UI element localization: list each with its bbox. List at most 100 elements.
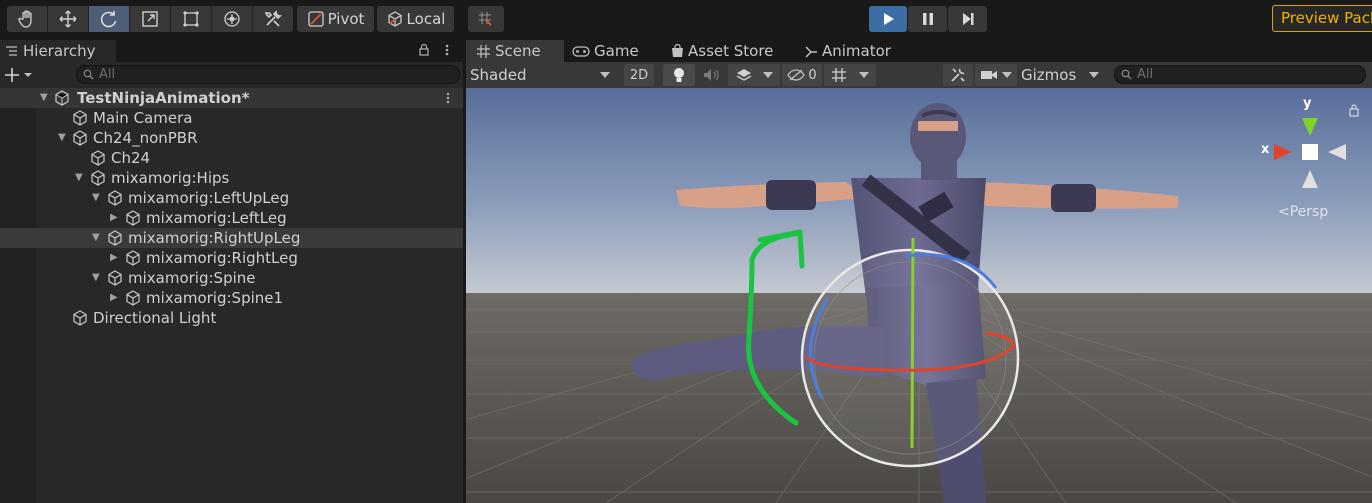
expand-arrow-icon[interactable]: ▼ — [92, 188, 100, 208]
hierarchy-tab-label: Hierarchy — [23, 42, 96, 60]
tree-item-label: Directional Light — [93, 309, 217, 327]
gizmos-dropdown[interactable]: Gizmos — [1021, 65, 1101, 85]
chevron-down-icon — [600, 72, 610, 78]
expand-arrow-icon[interactable]: ▼ — [92, 228, 100, 248]
hidden-objects-toggle[interactable]: 0 — [782, 64, 822, 86]
rect-tool-button[interactable] — [171, 6, 212, 32]
collapse-arrow-icon[interactable]: ▶ — [110, 248, 118, 268]
panel-menu-icon[interactable] — [441, 44, 453, 56]
lock-icon[interactable] — [418, 43, 430, 56]
hierarchy-search-placeholder: All — [99, 67, 116, 82]
scale-tool-button[interactable] — [130, 6, 171, 32]
tree-item-rightleg[interactable]: ▶ mixamorig:RightLeg — [0, 248, 463, 268]
expand-arrow-icon[interactable]: ▼ — [75, 168, 83, 188]
grid-snap-button[interactable] — [468, 6, 504, 32]
tree-item-ch24[interactable]: Ch24 — [0, 148, 463, 168]
tree-item-label: mixamorig:LeftUpLeg — [128, 189, 290, 207]
move-tool-button[interactable] — [48, 6, 89, 32]
create-button[interactable] — [4, 66, 36, 84]
tab-asset-store[interactable]: Asset Store — [666, 40, 796, 62]
hidden-count: 0 — [808, 67, 817, 83]
tree-item-label: Ch24_nonPBR — [93, 129, 198, 147]
tree-item-main-camera[interactable]: Main Camera — [0, 108, 463, 128]
layers-icon — [736, 69, 752, 81]
grid-dropdown[interactable] — [824, 64, 876, 86]
audio-toggle[interactable] — [696, 64, 726, 86]
local-button[interactable]: Local — [377, 6, 454, 32]
gameobject-icon — [73, 110, 87, 126]
play-button[interactable] — [869, 6, 907, 32]
projection-label[interactable]: <Persp — [1278, 204, 1328, 220]
lighting-toggle[interactable] — [663, 64, 695, 86]
hand-tool-button[interactable] — [7, 6, 48, 32]
gameobject-icon — [126, 290, 140, 306]
tree-item-leftupleg[interactable]: ▼ mixamorig:LeftUpLeg — [0, 188, 463, 208]
scene-row[interactable]: ▼ TestNinjaAnimation* — [0, 88, 463, 108]
pivot-icon — [307, 11, 324, 27]
camera-icon — [981, 71, 997, 79]
pause-button[interactable] — [908, 6, 947, 32]
tree-item-hips[interactable]: ▼ mixamorig:Hips — [0, 168, 463, 188]
rotate-icon — [100, 11, 117, 28]
gameobject-icon — [108, 190, 122, 206]
play-icon — [884, 13, 894, 25]
pivot-button[interactable]: Pivot — [297, 6, 374, 32]
camera-dropdown[interactable] — [975, 64, 1017, 86]
gameobject-icon — [91, 150, 105, 166]
collapse-arrow-icon[interactable]: ▶ — [110, 288, 118, 308]
tree-item-label: mixamorig:LeftLeg — [146, 209, 287, 227]
search-icon — [1121, 69, 1132, 80]
tools-button[interactable] — [943, 64, 973, 86]
projection-mode: Persp — [1289, 204, 1329, 220]
tab-scene[interactable]: Scene — [466, 40, 564, 62]
tree-item-spine[interactable]: ▼ mixamorig:Spine — [0, 268, 463, 288]
scene-panel: Scene Game Asset Store Animator Shaded 2… — [466, 38, 1372, 503]
gameobject-icon — [126, 210, 140, 226]
gameobject-icon — [73, 130, 87, 146]
tab-label: Game — [594, 42, 639, 60]
lightbulb-icon — [674, 68, 684, 82]
collapse-arrow-icon[interactable]: ▶ — [110, 208, 118, 228]
hierarchy-tabbar: Hierarchy — [0, 38, 463, 62]
scene-viewport[interactable]: y x <Persp — [466, 88, 1372, 503]
chevron-down-icon — [763, 72, 773, 78]
tree-item-directional-light[interactable]: Directional Light — [0, 308, 463, 328]
scene-search-input[interactable]: All — [1114, 65, 1366, 84]
toggle-2d-button[interactable]: 2D — [624, 64, 654, 86]
tree-item-rightupleg[interactable]: ▼ mixamorig:RightUpLeg — [0, 228, 463, 248]
expand-arrow-icon[interactable]: ▼ — [92, 268, 100, 288]
eye-slash-icon — [787, 69, 806, 81]
tab-label: Scene — [495, 42, 541, 60]
tree-item-label: Main Camera — [93, 109, 193, 127]
hierarchy-panel: Hierarchy All ▼ TestNinjaAnimation* Main… — [0, 38, 463, 503]
hierarchy-search-input[interactable]: All — [76, 65, 460, 84]
scene-search-placeholder: All — [1137, 67, 1154, 82]
chevron-down-icon — [1002, 72, 1012, 78]
rotation-axis-y-ring[interactable] — [910, 237, 915, 449]
gameobject-icon — [108, 230, 122, 246]
gameobject-icon — [108, 270, 122, 286]
rotate-tool-button[interactable] — [89, 6, 130, 32]
transform-tool-button[interactable] — [212, 6, 253, 32]
effects-dropdown[interactable] — [728, 64, 780, 86]
pivot-label: Pivot — [327, 10, 365, 28]
tree-item-ch24-nonpbr[interactable]: ▼ Ch24_nonPBR — [0, 128, 463, 148]
shading-mode-dropdown[interactable]: Shaded — [470, 65, 615, 85]
tree-item-leftleg[interactable]: ▶ mixamorig:LeftLeg — [0, 208, 463, 228]
gameobject-icon — [91, 170, 105, 186]
hand-icon — [18, 10, 32, 28]
step-button[interactable] — [948, 6, 987, 32]
scene-name: TestNinjaAnimation* — [77, 89, 250, 107]
viewport-canvas[interactable] — [466, 88, 1372, 503]
expand-arrow-icon[interactable]: ▼ — [40, 88, 48, 108]
tree-item-spine1[interactable]: ▶ mixamorig:Spine1 — [0, 288, 463, 308]
tab-animator[interactable]: Animator — [802, 40, 912, 62]
expand-arrow-icon[interactable]: ▼ — [58, 128, 66, 148]
tab-game[interactable]: Game — [570, 40, 662, 62]
rect-transform-icon — [183, 11, 199, 27]
pause-icon — [922, 13, 933, 25]
scene-menu-icon[interactable] — [443, 92, 453, 104]
custom-tool-button[interactable] — [253, 6, 293, 32]
tab-hierarchy[interactable]: Hierarchy — [0, 40, 116, 62]
preview-packages-button[interactable]: Preview Packages — [1272, 5, 1372, 32]
